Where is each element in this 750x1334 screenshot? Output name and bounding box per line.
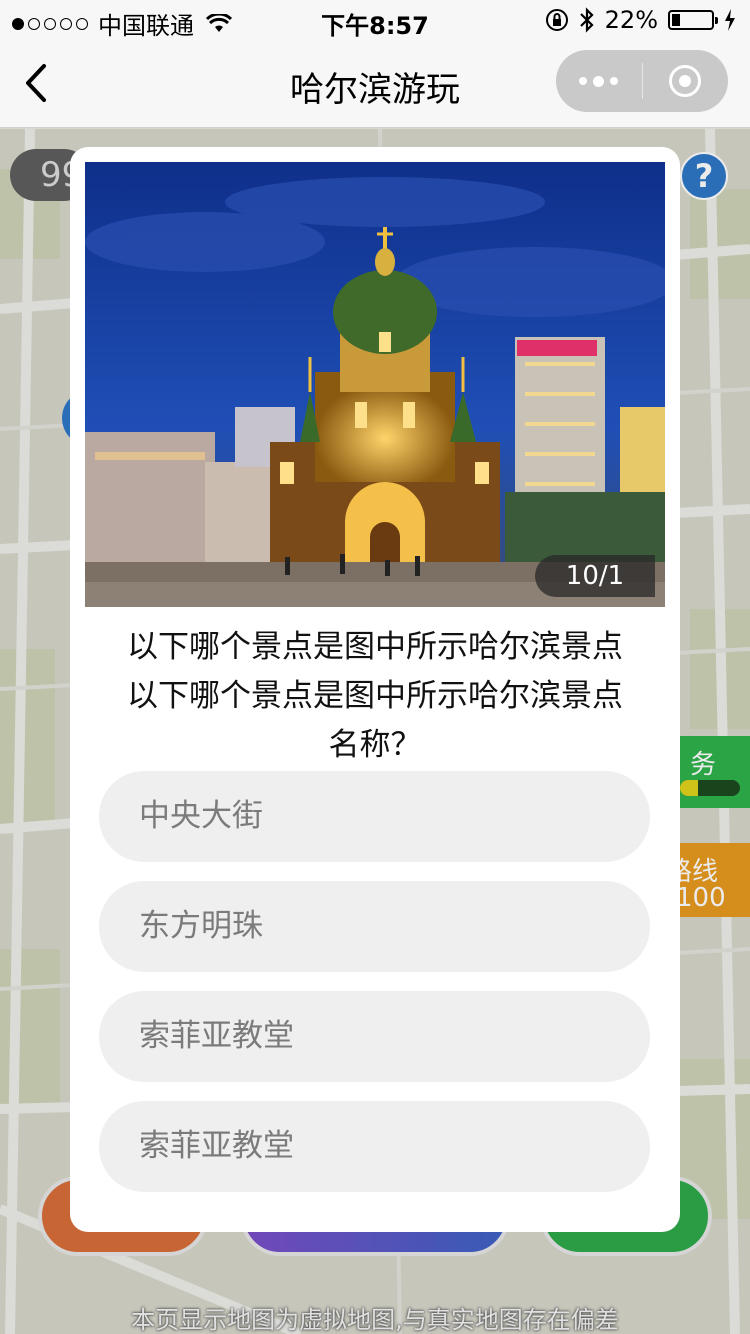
question-line-3: 名称？	[328, 727, 422, 763]
answer-option[interactable]: 中央大街	[99, 771, 650, 862]
landmark-photo: 10/1	[85, 162, 665, 607]
answer-option[interactable]: 索菲亚教堂	[99, 1101, 650, 1192]
more-icon[interactable]	[556, 50, 642, 112]
church-illustration	[85, 162, 665, 607]
answer-option[interactable]: 索菲亚教堂	[99, 991, 650, 1082]
status-bar: 中国联通 下午8:57 22%	[0, 0, 750, 40]
quiz-dialog: 10/1 以下哪个景点是图中所示哈尔滨景点 以下哪个景点是图中所示哈尔滨景点 名…	[70, 147, 680, 1232]
status-right: 22%	[545, 6, 736, 34]
charging-icon	[725, 9, 735, 31]
answer-options: 中央大街 东方明珠 索菲亚教堂 索菲亚教堂	[99, 771, 650, 1211]
battery-percent: 22%	[604, 6, 658, 34]
battery-icon	[668, 10, 718, 30]
answer-option[interactable]: 东方明珠	[99, 881, 650, 972]
question-line-1: 以下哪个景点是图中所示哈尔滨景点	[127, 629, 623, 665]
question-line-2: 以下哪个景点是图中所示哈尔滨景点	[127, 678, 623, 714]
lock-rotation-icon	[545, 9, 568, 31]
nav-bar: 哈尔滨游玩	[0, 40, 750, 128]
close-mini-program-icon[interactable]	[643, 50, 729, 112]
bluetooth-icon	[579, 7, 594, 33]
question-text: 以下哪个景点是图中所示哈尔滨景点 以下哪个景点是图中所示哈尔滨景点 名称？	[90, 623, 660, 770]
mini-program-capsule	[556, 50, 728, 112]
question-counter: 10/1	[535, 555, 655, 597]
